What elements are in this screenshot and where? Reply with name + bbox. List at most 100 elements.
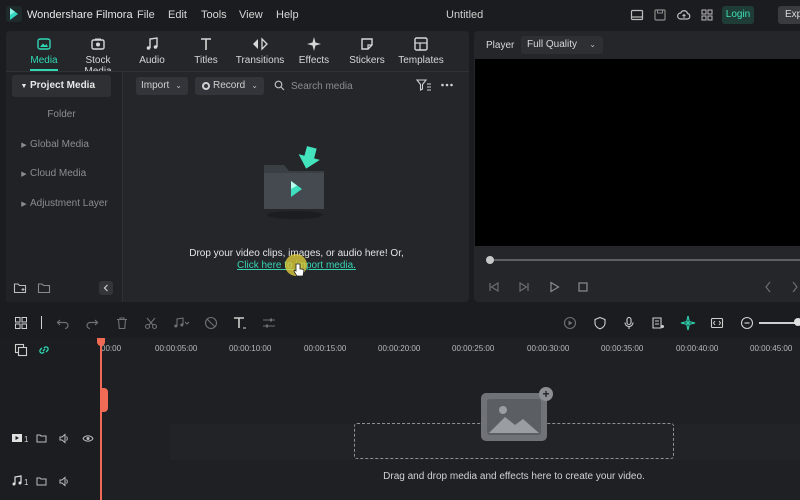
- eye-icon[interactable]: [82, 433, 94, 447]
- folder-icon[interactable]: [37, 281, 51, 298]
- playhead-handle[interactable]: [97, 338, 105, 346]
- speaker-icon[interactable]: [59, 476, 70, 490]
- tab-transitions[interactable]: Transitions: [234, 36, 286, 66]
- voiceover-list-icon[interactable]: [651, 316, 665, 333]
- adjust-sliders-icon[interactable]: [262, 316, 276, 333]
- video-track-icon: [11, 432, 23, 447]
- microphone-icon[interactable]: [622, 316, 636, 333]
- tag-icon[interactable]: [204, 316, 218, 333]
- sidebar-item-adjustment-layer[interactable]: ▶ Adjustment Layer: [12, 193, 111, 215]
- tab-label: Titles: [194, 55, 218, 66]
- delete-icon[interactable]: [115, 316, 129, 333]
- tab-label: Transitions: [235, 55, 285, 66]
- text-tool-icon[interactable]: [232, 315, 248, 334]
- save-icon[interactable]: [653, 8, 667, 22]
- search-input[interactable]: [273, 77, 403, 95]
- text-t-icon: [201, 38, 211, 50]
- sidebar-item-project-media[interactable]: ▼ Project Media: [12, 75, 111, 97]
- timeline-drop-hint: Drag and drop media and effects here to …: [383, 471, 645, 482]
- collapse-sidebar-button[interactable]: [99, 281, 113, 295]
- chevron-left-icon: [103, 284, 108, 292]
- playback-progress-track[interactable]: [488, 259, 800, 261]
- folder-icon[interactable]: [36, 433, 47, 447]
- zoom-out-icon[interactable]: [740, 316, 754, 333]
- chevron-down-icon: ⌄: [251, 81, 258, 90]
- menu-view[interactable]: View: [239, 9, 263, 21]
- mark-in-icon[interactable]: [763, 281, 773, 296]
- sidebar-item-cloud-media[interactable]: ▶ Cloud Media: [12, 163, 111, 185]
- pip-icon[interactable]: [710, 316, 724, 333]
- new-folder-icon[interactable]: [13, 281, 27, 298]
- tab-effects[interactable]: Effects: [288, 36, 340, 66]
- chevron-down-icon: ⌄: [175, 81, 182, 90]
- folder-icon[interactable]: [36, 476, 47, 490]
- playback-progress-handle[interactable]: [486, 256, 494, 264]
- app-name: Wondershare Filmora: [27, 9, 133, 21]
- layout-grid-icon[interactable]: [14, 316, 28, 333]
- import-dropdown[interactable]: Import ⌄: [136, 77, 188, 95]
- ruler-label: 00:00:15:00: [304, 344, 347, 353]
- hand-cursor-icon: [293, 262, 305, 281]
- grid-apps-icon[interactable]: [700, 8, 714, 22]
- ruler-label: 00:00: [101, 344, 122, 353]
- playhead-drag-tab[interactable]: [100, 388, 108, 412]
- templates-icon: [414, 37, 428, 51]
- record-icon: [202, 82, 210, 90]
- undo-icon[interactable]: [56, 316, 70, 333]
- menu-help[interactable]: Help: [276, 9, 299, 21]
- quality-select[interactable]: Full Quality ⌄: [521, 36, 603, 54]
- playhead[interactable]: [100, 338, 102, 500]
- selection-tool-icon[interactable]: [41, 316, 42, 329]
- transitions-icon: [253, 37, 268, 51]
- audio-edit-icon[interactable]: [172, 316, 190, 333]
- play-icon[interactable]: [548, 281, 560, 296]
- caret-right-icon: ▶: [21, 201, 27, 208]
- filter-sort-icon[interactable]: [415, 78, 432, 95]
- speaker-icon[interactable]: [59, 433, 70, 447]
- tab-label: Stickers: [349, 55, 385, 66]
- tab-label: Templates: [398, 55, 444, 66]
- menu-tools[interactable]: Tools: [201, 9, 227, 21]
- split-scissors-icon[interactable]: [144, 316, 158, 333]
- menu-edit[interactable]: Edit: [168, 9, 187, 21]
- tab-templates[interactable]: Templates: [395, 36, 447, 66]
- ruler-label: 00:00:30:00: [527, 344, 570, 353]
- caret-right-icon: ▶: [21, 171, 27, 178]
- sidebar-item-folder[interactable]: Folder: [12, 104, 111, 126]
- caret-right-icon: ▶: [21, 142, 27, 149]
- login-button[interactable]: Login: [722, 6, 754, 24]
- ai-magic-icon[interactable]: [680, 315, 696, 334]
- next-frame-icon[interactable]: [518, 281, 530, 296]
- ruler-label: 00:00:35:00: [601, 344, 644, 353]
- document-title: Untitled: [446, 9, 484, 21]
- render-preview-icon[interactable]: [563, 316, 577, 333]
- filmora-logo-icon: [6, 6, 22, 22]
- ruler-label: 00:00:25:00: [452, 344, 495, 353]
- tab-titles[interactable]: Titles: [180, 36, 232, 66]
- audio-track-number: 1: [24, 478, 29, 487]
- previous-frame-icon[interactable]: [488, 281, 500, 296]
- video-track-number: 1: [24, 435, 29, 444]
- more-options-icon[interactable]: [440, 78, 454, 95]
- sidebar-item-label: Cloud Media: [30, 168, 87, 179]
- link-icon[interactable]: [37, 343, 51, 360]
- shield-mark-icon[interactable]: [593, 316, 607, 333]
- import-label: Import: [141, 80, 170, 91]
- layout-icon[interactable]: [630, 8, 644, 22]
- zoom-slider-handle[interactable]: [794, 318, 800, 326]
- ruler-label: 00:00:40:00: [676, 344, 719, 353]
- cloud-upload-icon[interactable]: [677, 8, 691, 22]
- add-icon[interactable]: +: [539, 387, 553, 401]
- redo-icon[interactable]: [85, 316, 99, 333]
- mark-out-icon[interactable]: [790, 281, 800, 296]
- sticker-icon: [361, 38, 373, 50]
- tab-audio[interactable]: Audio: [126, 36, 178, 66]
- export-button[interactable]: Exp: [778, 6, 800, 24]
- tab-stickers[interactable]: Stickers: [341, 36, 393, 66]
- stop-icon[interactable]: [577, 281, 589, 296]
- menu-file[interactable]: File: [137, 9, 155, 21]
- sidebar-item-global-media[interactable]: ▶ Global Media: [12, 134, 111, 156]
- zoom-slider[interactable]: [759, 322, 797, 324]
- tab-media[interactable]: Media: [18, 36, 70, 66]
- add-track-icon[interactable]: [14, 343, 28, 360]
